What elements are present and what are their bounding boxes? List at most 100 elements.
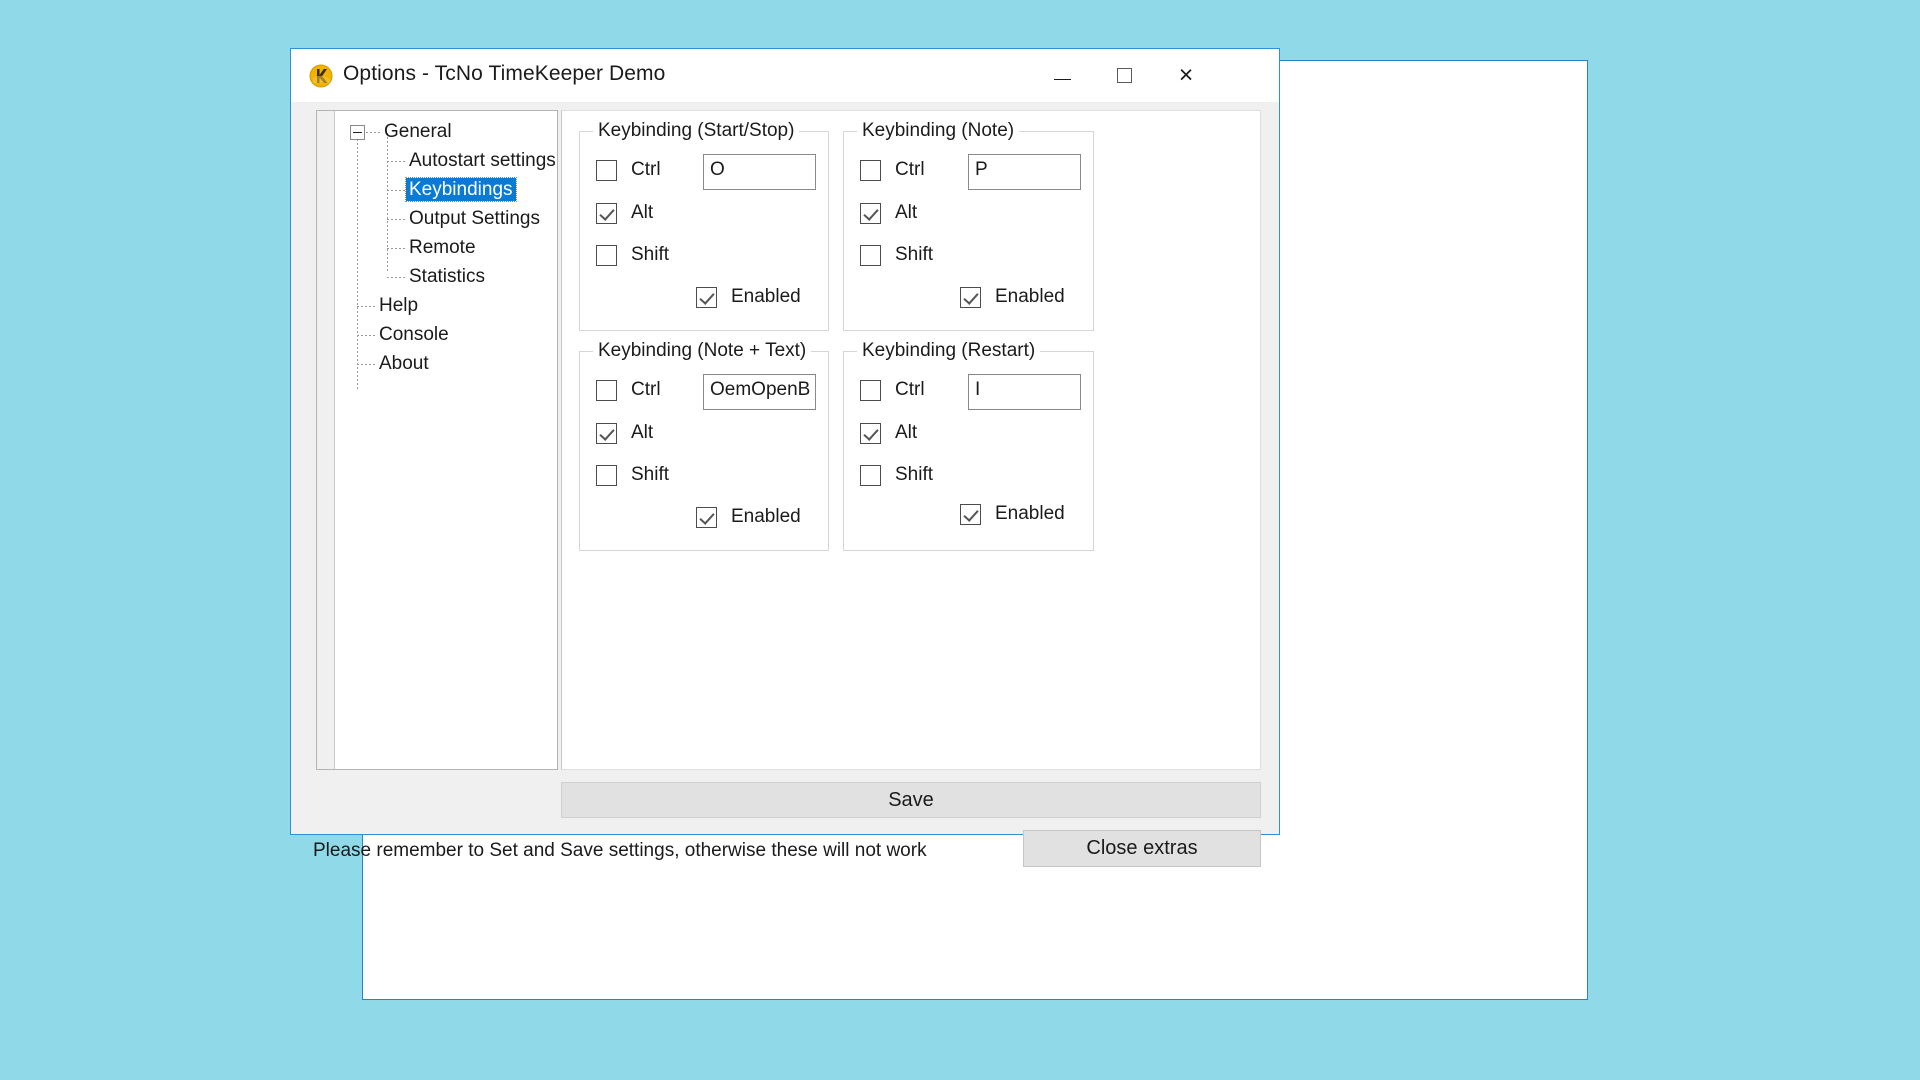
- shift-checkbox-row-start-stop[interactable]: Shift: [596, 244, 669, 266]
- tree-item-label: Remote: [409, 237, 476, 258]
- tree-item-statistics[interactable]: Statistics: [406, 267, 488, 287]
- group-title: Keybinding (Start/Stop): [593, 120, 800, 142]
- maximize-button[interactable]: [1093, 49, 1155, 101]
- group-keybinding-start-stop: Keybinding (Start/Stop) Ctrl Alt Shift E…: [579, 120, 829, 331]
- shift-label: Shift: [631, 244, 670, 265]
- tree-connector-h-about: [357, 364, 375, 365]
- alt-checkbox[interactable]: [596, 202, 617, 224]
- navigation-tree[interactable]: General Autostart settings Keybindings O…: [316, 110, 558, 770]
- tree-item-help[interactable]: Help: [376, 296, 421, 316]
- tree-item-autostart-settings[interactable]: Autostart settings: [406, 150, 557, 171]
- enabled-checkbox[interactable]: [960, 286, 981, 308]
- group-keybinding-note: Keybinding (Note) Ctrl Alt Shift Enabled: [843, 120, 1094, 331]
- ctrl-checkbox-row-start-stop[interactable]: Ctrl: [596, 159, 661, 181]
- tree-item-remote[interactable]: Remote: [406, 238, 479, 258]
- ctrl-checkbox[interactable]: [596, 159, 617, 181]
- ctrl-label: Ctrl: [895, 159, 925, 180]
- alt-label: Alt: [895, 422, 918, 443]
- alt-checkbox-row-note[interactable]: Alt: [860, 202, 917, 224]
- enabled-checkbox-row-note-text[interactable]: Enabled: [696, 506, 801, 528]
- tree-connector-vertical-root: [357, 139, 358, 391]
- minimize-icon: [1053, 78, 1071, 80]
- alt-checkbox[interactable]: [860, 422, 881, 444]
- ctrl-checkbox[interactable]: [860, 159, 881, 181]
- tree-item-label: Console: [379, 324, 449, 345]
- enabled-label: Enabled: [995, 503, 1065, 524]
- ctrl-checkbox-row-note[interactable]: Ctrl: [860, 159, 925, 181]
- group-title: Keybinding (Restart): [857, 340, 1041, 362]
- tree-item-about[interactable]: About: [376, 354, 432, 374]
- enabled-checkbox[interactable]: [696, 286, 717, 308]
- tree-connector-h-general: [366, 132, 380, 133]
- group-keybinding-note-text: Keybinding (Note + Text) Ctrl Alt Shift …: [579, 340, 829, 551]
- tree-item-general[interactable]: General: [381, 122, 455, 142]
- tree-connector-h-autostart: [387, 161, 405, 162]
- collapse-minus-icon: [353, 132, 362, 133]
- ctrl-label: Ctrl: [631, 379, 661, 400]
- shift-checkbox-row-note[interactable]: Shift: [860, 244, 933, 266]
- maximize-icon: [1116, 67, 1132, 83]
- tree-connector-h-help: [357, 306, 375, 307]
- alt-label: Alt: [631, 202, 654, 223]
- tree-item-console[interactable]: Console: [376, 325, 452, 345]
- minimize-button[interactable]: [1031, 49, 1093, 101]
- shift-checkbox-row-restart[interactable]: Shift: [860, 464, 933, 486]
- group-title: Keybinding (Note): [857, 120, 1020, 142]
- enabled-checkbox[interactable]: [960, 503, 981, 525]
- tree-item-label: Output Settings: [409, 208, 540, 229]
- app-logo-icon: [309, 64, 333, 88]
- enabled-checkbox[interactable]: [696, 506, 717, 528]
- tree-item-label: General: [384, 121, 452, 142]
- shift-label: Shift: [895, 244, 934, 265]
- settings-content-pane: Keybinding (Start/Stop) Ctrl Alt Shift E…: [561, 110, 1261, 770]
- shift-checkbox[interactable]: [860, 244, 881, 266]
- close-icon: ×: [1178, 60, 1194, 89]
- enabled-label: Enabled: [731, 506, 801, 527]
- enabled-checkbox-row-note[interactable]: Enabled: [960, 286, 1065, 308]
- tree-connector-h-output-settings: [387, 219, 405, 220]
- tree-gutter: [317, 111, 335, 769]
- shift-checkbox[interactable]: [596, 244, 617, 266]
- tree-connector-h-statistics: [387, 277, 405, 278]
- tree-item-label: Autostart settings: [409, 150, 556, 171]
- tree-expander-general[interactable]: [350, 125, 365, 140]
- shift-checkbox[interactable]: [596, 464, 617, 486]
- ctrl-label: Ctrl: [631, 159, 661, 180]
- key-input-note[interactable]: P: [968, 154, 1081, 190]
- save-button[interactable]: Save: [561, 782, 1261, 818]
- alt-checkbox-row-note-text[interactable]: Alt: [596, 422, 653, 444]
- alt-label: Alt: [631, 422, 654, 443]
- enabled-label: Enabled: [731, 286, 801, 307]
- key-input-note-text[interactable]: OemOpenB: [703, 374, 816, 410]
- tree-item-label: Statistics: [409, 266, 486, 287]
- ctrl-checkbox-row-restart[interactable]: Ctrl: [860, 379, 925, 401]
- shift-checkbox-row-note-text[interactable]: Shift: [596, 464, 669, 486]
- ctrl-checkbox[interactable]: [596, 379, 617, 401]
- alt-checkbox[interactable]: [596, 422, 617, 444]
- close-extras-button[interactable]: Close extras: [1023, 830, 1261, 867]
- alt-checkbox[interactable]: [860, 202, 881, 224]
- ctrl-label: Ctrl: [895, 379, 925, 400]
- shift-label: Shift: [895, 464, 934, 485]
- enabled-checkbox-row-restart[interactable]: Enabled: [960, 503, 1065, 525]
- alt-checkbox-row-restart[interactable]: Alt: [860, 422, 917, 444]
- key-input-start-stop[interactable]: O: [703, 154, 816, 190]
- group-keybinding-restart: Keybinding (Restart) Ctrl Alt Shift Enab…: [843, 340, 1094, 551]
- group-title: Keybinding (Note + Text): [593, 340, 812, 362]
- close-button[interactable]: ×: [1155, 49, 1217, 101]
- alt-checkbox-row-start-stop[interactable]: Alt: [596, 202, 653, 224]
- tree-item-keybindings[interactable]: Keybindings: [405, 177, 517, 202]
- tree-connector-h-remote: [387, 248, 405, 249]
- status-message: Please remember to Set and Save settings…: [313, 840, 927, 861]
- window-title: Options - TcNo TimeKeeper Demo: [343, 62, 666, 85]
- title-bar[interactable]: Options - TcNo TimeKeeper Demo ×: [291, 49, 1279, 102]
- ctrl-checkbox-row-note-text[interactable]: Ctrl: [596, 379, 661, 401]
- enabled-checkbox-row-start-stop[interactable]: Enabled: [696, 286, 801, 308]
- shift-checkbox[interactable]: [860, 464, 881, 486]
- dialog-body: General Autostart settings Keybindings O…: [291, 102, 1279, 867]
- tree-item-output-settings[interactable]: Output Settings: [406, 209, 543, 229]
- ctrl-checkbox[interactable]: [860, 379, 881, 401]
- tree-connector-h-console: [357, 335, 375, 336]
- key-input-restart[interactable]: I: [968, 374, 1081, 410]
- enabled-label: Enabled: [995, 286, 1065, 307]
